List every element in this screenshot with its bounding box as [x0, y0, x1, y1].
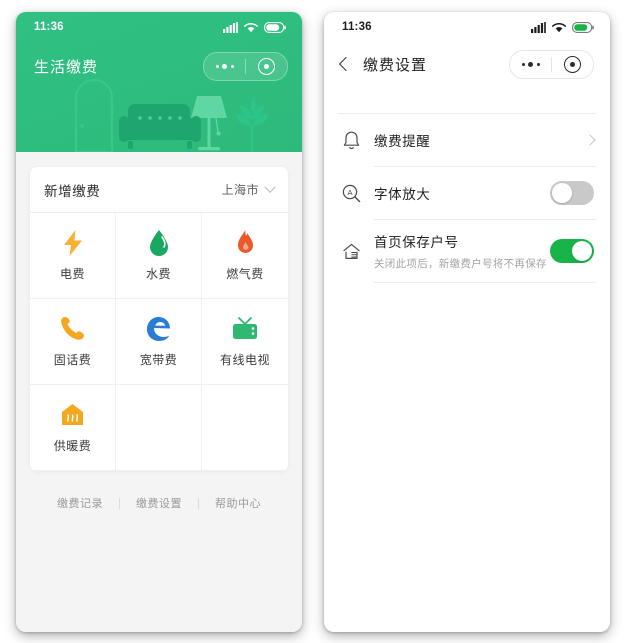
footer-links: 缴费记录 缴费设置 帮助中心 [16, 495, 302, 511]
card-header: 新增缴费 上海市 [30, 167, 288, 212]
chevron-left-icon[interactable] [338, 56, 354, 72]
card-title: 新增缴费 [44, 183, 101, 199]
grid-item-cable-tv[interactable]: 有线电视 [202, 299, 288, 385]
status-bar-time: 11:36 [34, 21, 64, 33]
grid-item-gas[interactable]: 燃气费 [202, 213, 288, 299]
settings-row-body: 缴费提醒 [374, 130, 586, 150]
settings-row-body: 字体放大 [374, 183, 550, 203]
font-size-magnifier-icon: A [340, 184, 362, 203]
city-selector[interactable]: 上海市 [221, 181, 276, 198]
grid-item-label: 电费 [59, 266, 85, 281]
lightning-bolt-icon [62, 229, 84, 256]
payment-category-grid: 电费 水费 燃气费 固话费 宽带费 有线电视 供暖费 [30, 212, 288, 471]
save-account-toggle[interactable] [550, 239, 594, 263]
grid-item-label: 供暖费 [53, 438, 92, 453]
new-payment-card: 新增缴费 上海市 电费 水费 燃气费 固话费 宽带费 有线电视 供暖费 [30, 167, 288, 471]
page-title-left: 生活缴费 [34, 59, 99, 76]
grid-item-landline[interactable]: 固话费 [30, 299, 116, 385]
grid-item-heating[interactable]: 供暖费 [30, 385, 116, 471]
hero-banner: 11:36 生活缴费 [16, 12, 302, 152]
status-bar-icons [223, 21, 286, 33]
grid-item-water[interactable]: 水费 [116, 213, 202, 299]
grid-item-label: 有线电视 [219, 352, 270, 367]
nav-bar-right: 缴费设置 [324, 42, 610, 86]
radiator-house-icon [60, 402, 85, 428]
grid-item-broadband[interactable]: 宽带费 [116, 299, 202, 385]
footer-link-settings[interactable]: 缴费设置 [120, 495, 198, 511]
settings-row-title: 缴费提醒 [374, 134, 431, 149]
left-phone-screen: 11:36 生活缴费 新增缴费 上海市 电费 水费 燃气费 固话费 宽带费 有线… [16, 12, 302, 632]
toggle-knob [572, 241, 592, 261]
grid-item-electricity[interactable]: 电费 [30, 213, 116, 299]
page-title-right: 缴费设置 [363, 56, 428, 74]
chevron-right-icon [584, 134, 596, 146]
grid-item-label: 固话费 [53, 352, 92, 367]
settings-row-save-account[interactable]: 首页保存户号 关闭此项后，新缴费户号将不再保存 [324, 220, 610, 282]
target-circle-icon [258, 58, 275, 75]
settings-row-title: 字体放大 [374, 187, 431, 202]
more-dots-icon [215, 64, 234, 69]
hero-title-row: 生活缴费 [16, 42, 302, 81]
wifi-icon [244, 22, 258, 32]
settings-row-divider [374, 282, 596, 283]
status-bar-time: 11:36 [342, 21, 372, 33]
battery-icon [264, 21, 286, 33]
settings-row-title: 首页保存户号 [374, 235, 459, 250]
status-bar-right: 11:36 [324, 12, 610, 42]
settings-list: 缴费提醒 A 字体放大 首页保存户号 关闭此项后，新缴费户号将不再保存 [324, 114, 610, 283]
nav-left-group: 缴费设置 [338, 54, 427, 75]
screenshot-stage: 11:36 生活缴费 新增缴费 上海市 电费 水费 燃气费 固话费 宽带费 有线… [0, 0, 640, 643]
footer-link-records[interactable]: 缴费记录 [41, 495, 119, 511]
city-name-label: 上海市 [221, 183, 259, 197]
settings-row-body: 首页保存户号 关闭此项后，新缴费户号将不再保存 [374, 231, 550, 271]
water-drop-icon [149, 229, 169, 256]
svg-text:A: A [347, 188, 352, 197]
flame-icon [236, 229, 255, 256]
nav-spacer [324, 86, 610, 113]
telephone-icon [60, 316, 85, 342]
home-icon [340, 242, 362, 261]
settings-row-font-size[interactable]: A 字体放大 [324, 167, 610, 219]
settings-row-subtitle: 关闭此项后，新缴费户号将不再保存 [374, 258, 547, 270]
toggle-knob [552, 183, 572, 203]
close-capsule-button-left[interactable] [246, 53, 287, 80]
signal-bars-icon [531, 21, 546, 33]
more-menu-button-left[interactable] [204, 53, 245, 80]
status-bar-left: 11:36 [16, 12, 302, 42]
grid-item-empty [202, 385, 288, 471]
mini-program-capsule-left[interactable] [203, 52, 288, 81]
mini-program-capsule-right[interactable] [509, 49, 594, 79]
grid-item-label: 宽带费 [139, 352, 178, 367]
wifi-icon [552, 22, 566, 32]
more-menu-button-right[interactable] [510, 51, 551, 78]
status-bar-icons [531, 21, 594, 33]
footer-link-help[interactable]: 帮助中心 [199, 495, 277, 511]
edge-browser-e-icon [146, 316, 172, 342]
font-size-toggle[interactable] [550, 181, 594, 205]
chevron-down-icon [264, 181, 276, 193]
target-circle-icon [564, 55, 581, 73]
settings-row-payment-reminder[interactable]: 缴费提醒 [324, 114, 610, 166]
more-dots-icon [521, 61, 540, 67]
signal-bars-icon [223, 21, 238, 33]
right-phone-screen: 11:36 缴费设置 缴费提醒 A 字体放大 首页保存户号 关闭此项后，新缴费户… [324, 12, 610, 632]
grid-item-label: 水费 [145, 266, 171, 281]
grid-item-empty [116, 385, 202, 471]
battery-icon [572, 21, 594, 33]
grid-item-label: 燃气费 [226, 266, 264, 281]
television-icon [231, 316, 259, 342]
close-capsule-button-right[interactable] [552, 51, 593, 78]
bell-icon [340, 131, 362, 150]
